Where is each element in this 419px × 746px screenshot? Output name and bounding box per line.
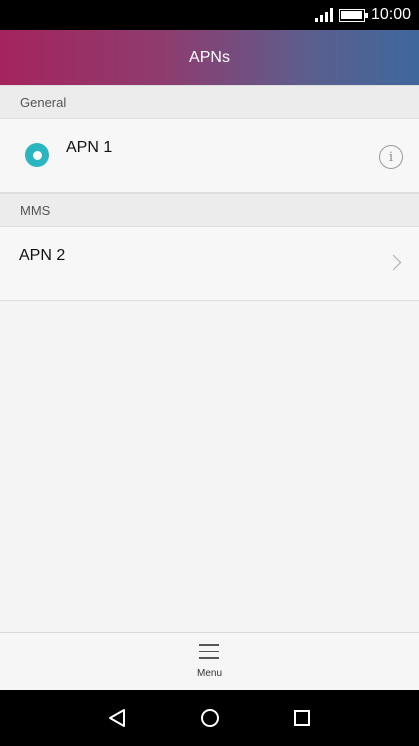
section-header-general: General — [0, 85, 419, 119]
recents-icon — [294, 710, 310, 726]
bottom-menu-bar: Menu — [0, 632, 419, 690]
section-header-mms: MMS — [0, 193, 419, 227]
apn-label: APN 1 — [66, 139, 113, 156]
back-button[interactable] — [87, 690, 147, 746]
page-title: APNs — [189, 48, 230, 66]
info-icon[interactable]: i — [379, 145, 403, 169]
home-button[interactable] — [180, 690, 240, 746]
status-bar: 10:00 — [0, 0, 419, 30]
app-header: APNs — [0, 30, 419, 85]
back-icon — [109, 709, 125, 727]
menu-button[interactable]: Menu — [197, 644, 222, 679]
status-time: 10:00 — [370, 6, 411, 23]
section-title: General — [20, 94, 67, 110]
recents-button[interactable] — [272, 690, 332, 746]
home-icon — [201, 709, 219, 727]
navigation-bar — [0, 690, 419, 746]
chevron-right-icon — [385, 254, 402, 271]
apn-row-apn1[interactable]: APN 1 i — [0, 119, 419, 193]
apn-label: APN 2 — [19, 247, 66, 264]
menu-label: Menu — [196, 668, 222, 679]
battery-icon — [338, 8, 368, 22]
section-title: MMS — [20, 202, 51, 218]
hamburger-menu-icon — [199, 644, 220, 659]
signal-bars-icon — [314, 8, 333, 22]
radio-selected-icon[interactable] — [25, 143, 49, 167]
apn-row-apn2[interactable]: APN 2 — [0, 227, 419, 301]
